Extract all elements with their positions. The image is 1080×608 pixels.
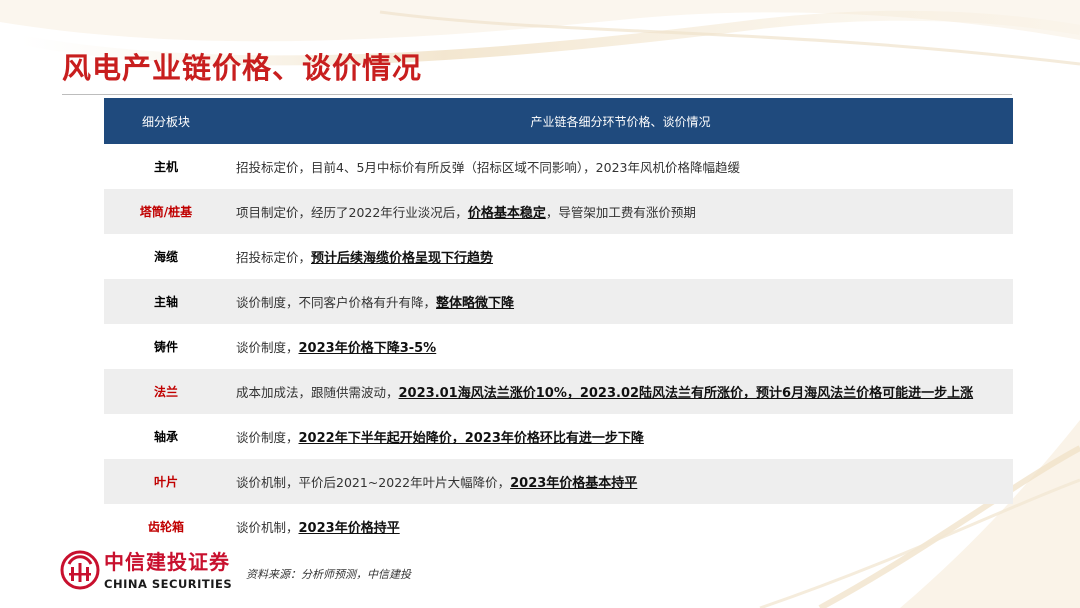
description-highlight: 预计后续海缆价格呈现下行趋势 (311, 251, 494, 266)
description-highlight: 价格基本稳定 (467, 206, 546, 221)
description-text: 招投标定价，目前4、5月中标价有所反弹（招标区域不同影响），2023年风机价格降… (236, 160, 740, 175)
description-highlight: 2023.01海风法兰涨价10%，2023.02陆风法兰有所涨价，预计6月海风法… (398, 386, 974, 401)
description-cell: 招投标定价，预计后续海缆价格呈现下行趋势 (228, 247, 1013, 266)
title-divider (62, 94, 1012, 95)
description-tail: ，导管架加工费有涨价预期 (545, 205, 696, 220)
page-title: 风电产业链价格、谈价情况 (62, 51, 423, 85)
table-row: 铸件 谈价制度，2023年价格下降3-5% (104, 324, 1013, 369)
table-row: 法兰 成本加成法，跟随供需波动，2023.01海风法兰涨价10%，2023.02陆… (104, 369, 1013, 414)
table-row: 叶片 谈价机制，平价后2021~2022年叶片大幅降价，2023年价格基本持平 (104, 459, 1013, 504)
description-highlight: 2022年下半年起开始降价，2023年价格环比有进一步下降 (298, 431, 644, 446)
header-segment: 细分板块 (141, 114, 190, 129)
table-body: 主机 招投标定价，目前4、5月中标价有所反弹（招标区域不同影响），2023年风机价… (104, 144, 1013, 549)
table-row: 齿轮箱 谈价机制，2023年价格持平 (104, 504, 1013, 549)
table-row: 轴承 谈价制度，2022年下半年起开始降价，2023年价格环比有进一步下降 (104, 414, 1013, 459)
segment-cell: 齿轮箱 (147, 520, 184, 534)
table-row: 主机 招投标定价，目前4、5月中标价有所反弹（招标区域不同影响），2023年风机价… (104, 144, 1013, 189)
description-highlight: 2023年价格基本持平 (510, 476, 638, 491)
segment-cell: 主机 (153, 160, 178, 174)
description-cell: 成本加成法，跟随供需波动，2023.01海风法兰涨价10%，2023.02陆风法… (228, 382, 1013, 401)
description-text: 谈价制度， (236, 430, 299, 445)
description-cell: 谈价机制，2023年价格持平 (228, 517, 1013, 536)
description-cell: 项目制定价，经历了2022年行业淡况后，价格基本稳定，导管架加工费有涨价预期 (228, 202, 1013, 221)
segment-cell: 铸件 (153, 340, 178, 354)
description-text: 项目制定价，经历了2022年行业淡况后， (236, 205, 468, 220)
description-text: 谈价机制， (236, 520, 299, 535)
company-name-cn: 中信建投证券 (104, 550, 230, 574)
description-highlight: 2023年价格持平 (298, 521, 400, 536)
description-text: 谈价制度， (236, 340, 299, 355)
header-description: 产业链各细分环节价格、谈价情况 (530, 114, 711, 129)
price-table: 细分板块 产业链各细分环节价格、谈价情况 主机 招投标定价，目前4、5月中标价有所… (104, 98, 1013, 549)
segment-cell: 叶片 (153, 475, 178, 489)
description-cell: 谈价制度，不同客户价格有升有降，整体略微下降 (228, 292, 1013, 311)
segment-cell: 塔筒/桩基 (139, 205, 193, 219)
segment-cell: 主轴 (153, 295, 178, 309)
description-cell: 谈价机制，平价后2021~2022年叶片大幅降价，2023年价格基本持平 (228, 472, 1013, 491)
description-highlight: 2023年价格下降3-5% (298, 341, 437, 356)
citic-logo-icon (60, 550, 100, 590)
source-note: 资料来源：分析师预测，中信建投 (246, 568, 411, 581)
segment-cell: 轴承 (153, 430, 178, 444)
description-cell: 谈价制度，2022年下半年起开始降价，2023年价格环比有进一步下降 (228, 427, 1013, 446)
table-row: 海缆 招投标定价，预计后续海缆价格呈现下行趋势 (104, 234, 1013, 279)
segment-cell: 海缆 (153, 250, 178, 264)
description-highlight: 整体略微下降 (436, 296, 515, 311)
description-text: 招投标定价， (236, 250, 312, 265)
description-text: 谈价机制，平价后2021~2022年叶片大幅降价， (236, 475, 511, 490)
description-text: 谈价制度，不同客户价格有升有降， (236, 295, 437, 310)
table-header: 细分板块 产业链各细分环节价格、谈价情况 (104, 98, 1013, 144)
table-row: 塔筒/桩基 项目制定价，经历了2022年行业淡况后，价格基本稳定，导管架加工费有涨… (104, 189, 1013, 234)
table-row: 主轴 谈价制度，不同客户价格有升有降，整体略微下降 (104, 279, 1013, 324)
description-text: 成本加成法，跟随供需波动， (236, 385, 399, 400)
description-cell: 谈价制度，2023年价格下降3-5% (228, 337, 1013, 356)
description-cell: 招投标定价，目前4、5月中标价有所反弹（招标区域不同影响），2023年风机价格降… (228, 157, 1013, 176)
company-name-en: CHINA SECURITIES (104, 577, 233, 591)
segment-cell: 法兰 (153, 385, 178, 399)
